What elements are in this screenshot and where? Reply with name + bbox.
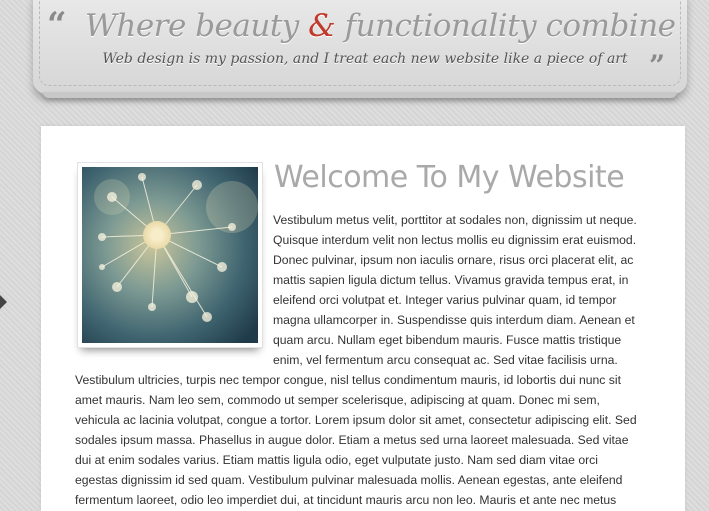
tagline-part-1: Where beauty	[85, 8, 309, 44]
paragraph-line: Vestibulum metus velit, porttitor at sod…	[273, 213, 637, 227]
paragraph-line: fermentum laoreet, odio leo imperdiet du…	[75, 493, 617, 507]
open-quote-icon: “	[47, 5, 67, 45]
featured-image-frame	[77, 162, 263, 348]
paragraph-line: Donec pulvinar, ipsum non iaculis ornare…	[273, 253, 634, 267]
paragraph-line: quam arcu. Nullam eget bibendum mauris. …	[273, 333, 622, 347]
dandelion-photo	[82, 167, 258, 343]
body-paragraph: Vestibulum ultricies, turpis nec tempor …	[75, 370, 653, 510]
paragraph-line: vehicula ac lacinia volutpat, congue a t…	[75, 413, 637, 427]
page-title: Welcome To My Website	[274, 160, 625, 195]
content-panel: Welcome To My Website Vestibulum metus v…	[41, 126, 685, 511]
side-scroll-arrow-icon[interactable]	[0, 295, 7, 309]
intro-paragraph: Vestibulum metus velit, porttitor at sod…	[273, 210, 651, 370]
tagline-ampersand: &	[308, 8, 336, 44]
paragraph-line: magna ullamcorper in. Suspendisse quis i…	[273, 313, 635, 327]
paragraph-line: amet mauris. Nam leo sem, commodo ut sem…	[75, 393, 600, 407]
paragraph-line: enim, vel fermentum arcu consequat ac. S…	[273, 353, 618, 367]
close-quote-icon: ”	[649, 49, 666, 82]
paragraph-line: mattis sapien ligula dictum tellus. Viva…	[273, 273, 629, 287]
paragraph-line: egestas dignissim id sed quam. Vestibulu…	[75, 473, 623, 487]
site-subtitle: Web design is my passion, and I treat ea…	[102, 51, 628, 67]
paragraph-line: sodales ipsum massa. Phasellus in augue …	[75, 433, 629, 447]
paragraph-line: Vestibulum ultricies, turpis nec tempor …	[75, 373, 621, 387]
paragraph-line: Quisque interdum velit non lectus mollis…	[273, 233, 637, 247]
paragraph-line: dui at enim sodales varius. Etiam mattis…	[75, 453, 598, 467]
site-tagline: Where beauty & functionality combine	[85, 8, 676, 44]
tagline-part-2: functionality combine	[335, 8, 676, 44]
header-banner: “ Where beauty & functionality combine W…	[33, 0, 687, 98]
paragraph-line: eleifend orci volutpat et. Integer variu…	[273, 293, 617, 307]
